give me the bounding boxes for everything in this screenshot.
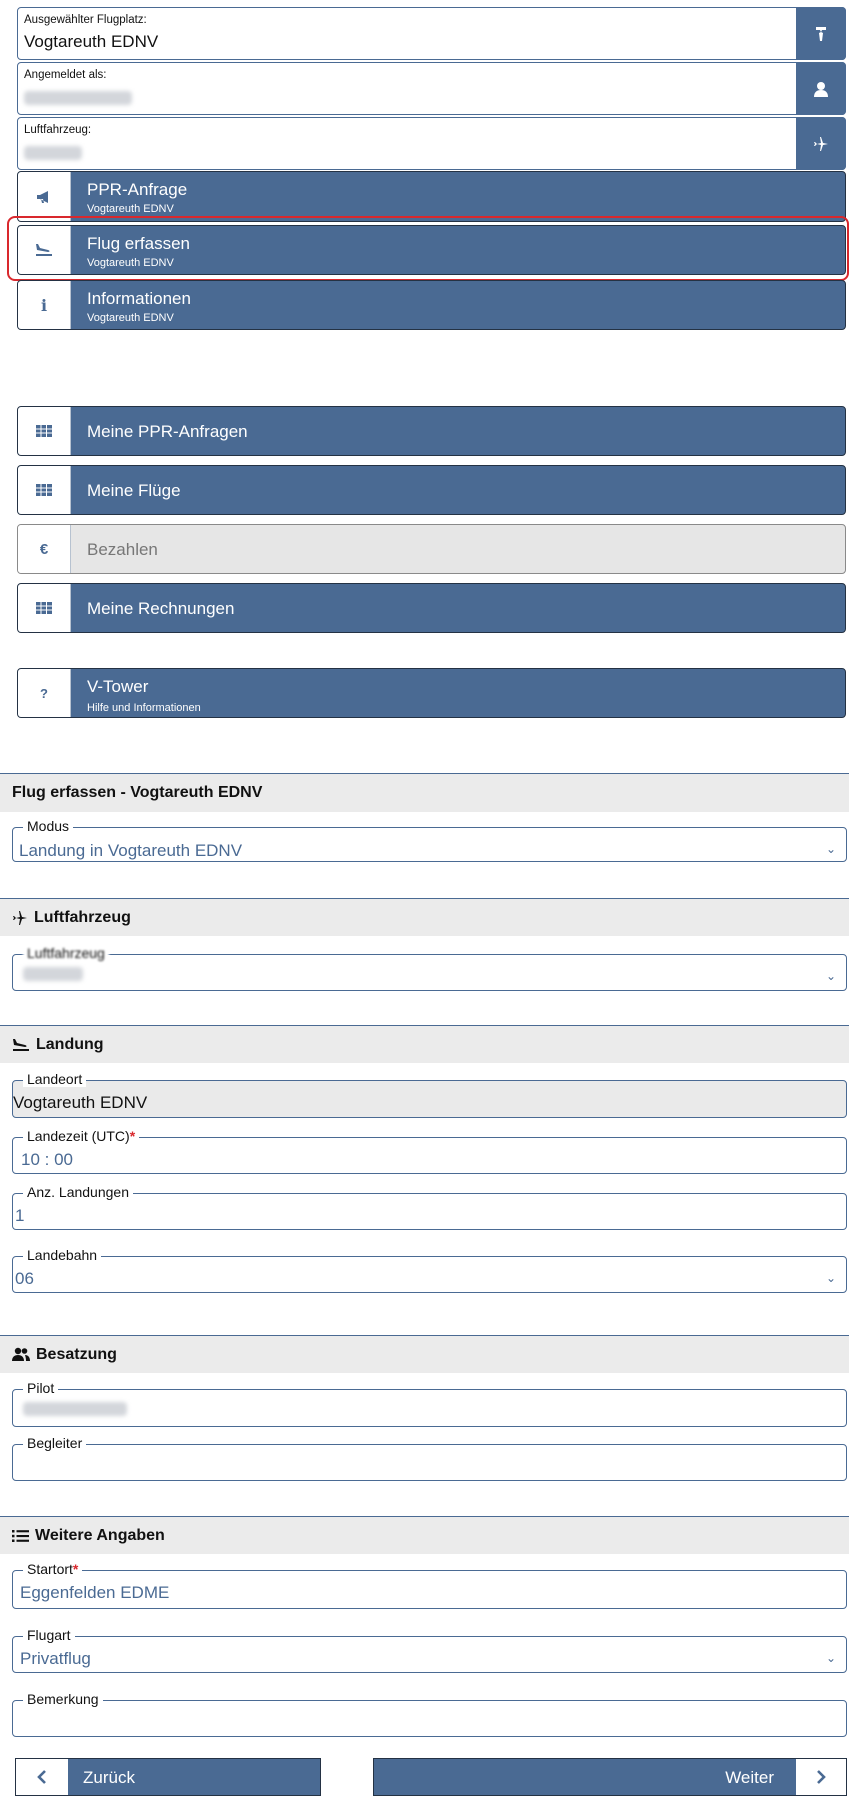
menu-title: Meine Rechnungen (87, 599, 235, 618)
modus-legend: Modus (23, 818, 74, 834)
user-field: Angemeldet als: (17, 62, 846, 115)
menu-meine-ppr-anfragen[interactable]: Meine PPR-Anfragen (17, 406, 846, 456)
megaphone-icon (18, 172, 71, 221)
airport-button[interactable] (796, 7, 846, 60)
begleiter-legend: Begleiter (23, 1435, 87, 1451)
bemerkung-legend: Bemerkung (23, 1691, 103, 1707)
pilot-legend: Pilot (23, 1380, 59, 1396)
menu-subtitle: Vogtareuth EDNV (87, 312, 174, 324)
user-value-redacted (24, 91, 132, 105)
tower-icon (816, 26, 826, 41)
landeort-value: Vogtareuth EDNV (13, 1093, 148, 1112)
modus-value: Landung in Vogtareuth EDNV (19, 841, 243, 860)
section-landing: Landung (0, 1025, 849, 1063)
begleiter-input[interactable]: Begleiter (12, 1435, 847, 1481)
chevron-down-icon: ⌄ (825, 1651, 836, 1665)
chevron-left-icon (16, 1759, 68, 1795)
pilot-input[interactable]: Pilot (12, 1380, 847, 1427)
user-icon (814, 81, 828, 97)
flugart-legend: Flugart (23, 1627, 75, 1643)
airport-field: Ausgewählter Flugplatz: Vogtareuth EDNV (17, 7, 846, 60)
table-icon (18, 584, 71, 632)
menu-bezahlen: € Bezahlen (17, 524, 846, 574)
aircraft-button[interactable] (796, 117, 846, 170)
menu-title: PPR-Anfrage (87, 180, 188, 199)
plane-icon (814, 136, 828, 151)
user-label: Angemeldet als: (24, 69, 107, 81)
section-more: Weitere Angaben (0, 1516, 849, 1554)
airport-label: Ausgewählter Flugplatz: (24, 14, 147, 26)
flugart-value: Privatflug (20, 1649, 91, 1668)
startort-value: Eggenfelden EDME (20, 1583, 170, 1602)
chevron-down-icon: ⌄ (825, 842, 836, 856)
section-crew: Besatzung (0, 1335, 849, 1373)
back-button[interactable]: Zurück (15, 1758, 321, 1796)
landungen-value: 1 (15, 1206, 25, 1225)
startort-input[interactable]: Startort* Eggenfelden EDME (12, 1561, 847, 1609)
landungen-input[interactable]: Anz. Landungen 1 (12, 1184, 847, 1230)
landezeit-value: 10 : 00 (21, 1150, 73, 1169)
landebahn-select[interactable]: Landebahn 06 ⌄ (12, 1247, 847, 1293)
chevron-right-icon (796, 1759, 846, 1795)
menu-title: Informationen (87, 289, 191, 308)
next-label: Weiter (725, 1768, 774, 1787)
menu-subtitle: Hilfe und Informationen (87, 702, 201, 714)
chevron-down-icon: ⌄ (825, 969, 836, 983)
bemerkung-input[interactable]: Bemerkung (12, 1691, 847, 1737)
menu-title: Bezahlen (87, 540, 158, 559)
aircraft-legend: Luftfahrzeug (23, 945, 109, 961)
aircraft-select[interactable]: Luftfahrzeug ⌄ (12, 945, 847, 991)
landeort-legend: Landeort (23, 1071, 87, 1087)
menu-informationen[interactable]: i Informationen Vogtareuth EDNV (17, 280, 846, 330)
plane-icon (12, 910, 28, 926)
menu-ppr-anfrage[interactable]: PPR-Anfrage Vogtareuth EDNV (17, 171, 846, 222)
menu-v-tower[interactable]: ? V-Tower Hilfe und Informationen (17, 668, 846, 718)
menu-meine-fluege[interactable]: Meine Flüge (17, 465, 846, 515)
chevron-down-icon: ⌄ (825, 1271, 836, 1285)
back-label: Zurück (83, 1768, 135, 1787)
landing-icon (12, 1038, 30, 1052)
aircraft-info-redacted (24, 146, 82, 160)
list-icon (12, 1529, 29, 1543)
menu-title: Meine Flüge (87, 481, 181, 500)
section-aircraft: Luftfahrzeug (0, 898, 849, 936)
form-title: Flug erfassen - Vogtareuth EDNV (0, 773, 849, 812)
users-icon (12, 1347, 30, 1362)
landebahn-legend: Landebahn (23, 1247, 102, 1263)
landungen-legend: Anz. Landungen (23, 1184, 133, 1200)
user-button[interactable] (796, 62, 846, 115)
modus-select[interactable]: Modus Landung in Vogtareuth EDNV ⌄ (12, 818, 847, 862)
menu-title: Meine PPR-Anfragen (87, 422, 248, 441)
question-icon: ? (18, 669, 71, 717)
euro-icon: € (18, 525, 71, 573)
landebahn-value: 06 (15, 1269, 34, 1288)
menu-meine-rechnungen[interactable]: Meine Rechnungen (17, 583, 846, 633)
next-button[interactable]: Weiter (373, 1758, 847, 1796)
table-icon (18, 407, 71, 455)
aircraft-info-field: Luftfahrzeug: (17, 117, 846, 170)
menu-subtitle: Vogtareuth EDNV (87, 203, 174, 215)
aircraft-info-label: Luftfahrzeug: (24, 124, 92, 136)
airport-value: Vogtareuth EDNV (24, 32, 159, 51)
landezeit-input[interactable]: Landezeit (UTC)* 10 : 00 (12, 1128, 847, 1174)
info-icon: i (18, 281, 71, 329)
flugart-select[interactable]: Flugart Privatflug ⌄ (12, 1627, 847, 1673)
highlight-frame (7, 216, 849, 281)
landeort-field: Landeort Vogtareuth EDNV (12, 1071, 847, 1118)
startort-legend: Startort* (23, 1561, 83, 1577)
aircraft-value-redacted (23, 967, 83, 981)
landezeit-legend: Landezeit (UTC)* (23, 1128, 140, 1144)
pilot-value-redacted (23, 1402, 127, 1416)
menu-title: V-Tower (87, 677, 149, 696)
table-icon (18, 466, 71, 514)
